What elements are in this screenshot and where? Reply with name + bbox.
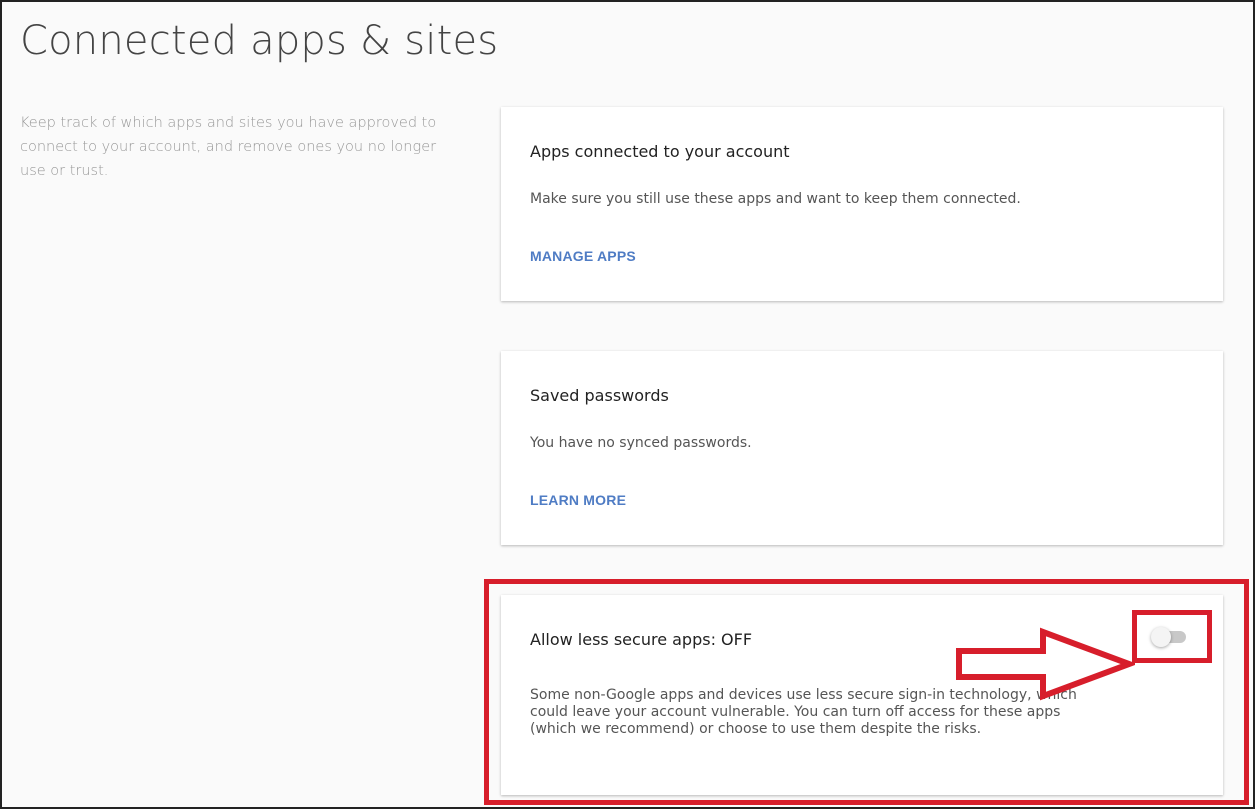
- toggle-knob: [1151, 627, 1171, 647]
- apps-connected-text: Make sure you still use these apps and w…: [530, 191, 1021, 207]
- less-secure-apps-card: Allow less secure apps: OFF Some non-Goo…: [501, 595, 1223, 795]
- less-secure-apps-text: Some non-Google apps and devices use les…: [530, 687, 1077, 737]
- saved-passwords-card: Saved passwords You have no synced passw…: [501, 351, 1223, 545]
- apps-connected-title: Apps connected to your account: [530, 142, 790, 161]
- manage-apps-link[interactable]: MANAGE APPS: [530, 248, 636, 264]
- page-description: Keep track of which apps and sites you h…: [20, 115, 437, 179]
- saved-passwords-title: Saved passwords: [530, 386, 669, 405]
- saved-passwords-text: You have no synced passwords.: [530, 435, 752, 451]
- apps-connected-card: Apps connected to your account Make sure…: [501, 107, 1223, 301]
- less-secure-apps-title: Allow less secure apps: OFF: [530, 630, 753, 649]
- page-title: Connected apps & sites: [20, 18, 499, 64]
- less-secure-apps-toggle[interactable]: [1151, 627, 1187, 647]
- learn-more-link[interactable]: LEARN MORE: [530, 492, 626, 508]
